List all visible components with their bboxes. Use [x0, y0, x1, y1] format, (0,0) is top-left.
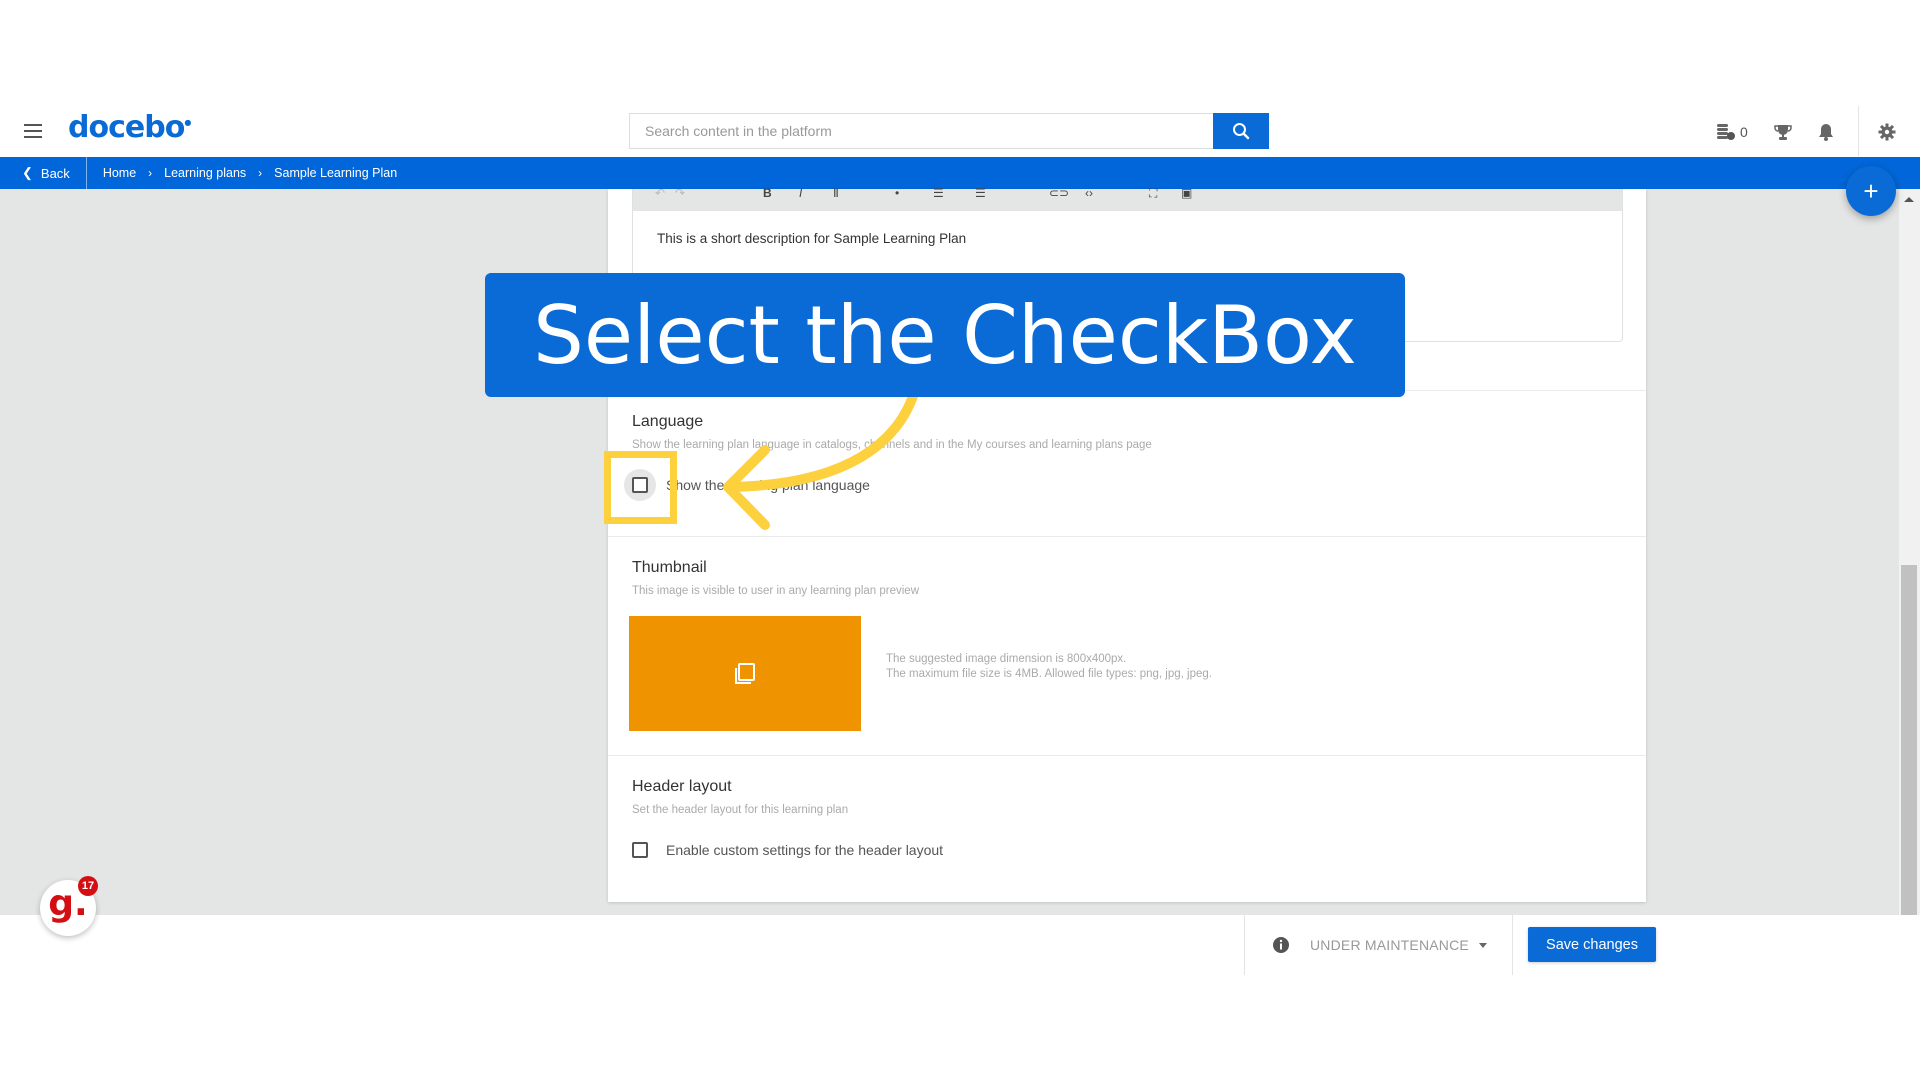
gear-icon	[1878, 123, 1896, 141]
thumbnail-hint-filesize: The maximum file size is 4MB. Allowed fi…	[886, 668, 1212, 680]
thumbnail-hint-dimension: The suggested image dimension is 800x400…	[886, 653, 1127, 665]
undo-icon[interactable]: ↶	[655, 187, 665, 199]
scrollbar-thumb[interactable]	[1901, 565, 1917, 915]
status-label: UNDER MAINTENANCE	[1310, 937, 1469, 953]
back-button[interactable]: ❮ Back	[0, 157, 87, 189]
header-layout-checkbox-row[interactable]: Enable custom settings for the header la…	[632, 842, 943, 858]
plus-icon: +	[1863, 175, 1879, 206]
tutorial-callout: Select the CheckBox	[485, 273, 1405, 397]
add-button[interactable]: +	[1846, 166, 1896, 216]
heading-icon[interactable]: Ⅱ	[833, 187, 839, 199]
breadcrumb-learning-plans[interactable]: Learning plans	[164, 166, 246, 180]
menu-icon[interactable]	[24, 124, 42, 138]
breadcrumb-home[interactable]: Home	[103, 166, 136, 180]
top-blank-area	[0, 0, 1920, 100]
footer-divider	[1512, 915, 1513, 975]
coins-count: 0	[1740, 124, 1748, 140]
language-title: Language	[632, 413, 704, 430]
settings-button[interactable]	[1878, 118, 1896, 146]
search-bar	[629, 113, 1269, 149]
trophy-icon	[1774, 125, 1792, 140]
thumbnail-title: Thumbnail	[632, 559, 707, 576]
bullet-icon[interactable]: •	[895, 187, 899, 199]
search-icon	[1233, 123, 1250, 140]
ordered-list-icon[interactable]: ☰	[933, 187, 944, 199]
breadcrumb: Home › Learning plans › Sample Learning …	[87, 166, 397, 180]
scroll-up-arrow-icon[interactable]	[1904, 197, 1914, 202]
editor-content[interactable]: This is a short description for Sample L…	[633, 211, 1622, 266]
trophy-button[interactable]	[1774, 118, 1792, 146]
save-changes-button[interactable]: Save changes	[1528, 927, 1656, 962]
coins-icon	[1717, 124, 1735, 140]
chevron-left-icon: ❮	[22, 165, 33, 180]
checkbox-highlight	[604, 451, 677, 524]
footer-divider	[1244, 915, 1245, 975]
header-divider	[1858, 106, 1859, 156]
notifications-button[interactable]	[1818, 118, 1834, 146]
header-layout-section: Header layout Set the header layout for …	[608, 755, 1646, 902]
chevron-right-icon: ›	[258, 166, 263, 180]
link-icon[interactable]: ⊂⊃	[1049, 187, 1069, 199]
redo-icon[interactable]: ↷	[675, 187, 685, 199]
bold-icon[interactable]: B	[763, 187, 772, 199]
back-label: Back	[40, 165, 70, 181]
image-icon[interactable]: ▣	[1181, 187, 1192, 199]
logo-text: docebo	[68, 110, 185, 145]
thumbnail-description: This image is visible to user in any lea…	[632, 585, 920, 597]
thumbnail-hint: The suggested image dimension is 800x400…	[886, 652, 1212, 682]
search-input[interactable]	[629, 113, 1213, 149]
header-layout-description: Set the header layout for this learning …	[632, 804, 849, 816]
language-description: Show the learning plan language in catal…	[632, 439, 1152, 451]
header-layout-checkbox[interactable]	[632, 842, 648, 858]
chevron-right-icon: ›	[148, 166, 153, 180]
show-language-label: Show the learning plan language	[666, 477, 870, 493]
search-button[interactable]	[1213, 113, 1269, 149]
language-section: Language Show the learning plan language…	[608, 390, 1646, 536]
header-layout-label: Enable custom settings for the header la…	[666, 842, 944, 858]
header-layout-title: Header layout	[632, 778, 732, 795]
thumbnail-upload[interactable]	[629, 616, 861, 731]
status-dropdown[interactable]: UNDER MAINTENANCE	[1272, 930, 1487, 960]
guide-count-badge: 17	[78, 876, 98, 896]
fullscreen-icon[interactable]: ⛶	[1149, 187, 1157, 199]
code-icon[interactable]: ‹›	[1085, 187, 1093, 199]
vertical-scrollbar[interactable]	[1899, 189, 1920, 915]
unordered-list-icon[interactable]: ☰	[975, 187, 986, 199]
guide-widget[interactable]: g. 17	[40, 876, 98, 936]
thumbnail-section: Thumbnail This image is visible to user …	[608, 536, 1646, 755]
breadcrumb-current: Sample Learning Plan	[274, 166, 398, 180]
callout-text: Select the CheckBox	[533, 288, 1357, 382]
docebo-logo[interactable]: docebo●	[68, 110, 191, 145]
caret-down-icon	[1478, 942, 1487, 948]
breadcrumb-bar: ❮ Back Home › Learning plans › Sample Le…	[0, 157, 1920, 189]
copy-image-icon	[735, 662, 755, 684]
info-icon	[1273, 937, 1289, 953]
coins-indicator[interactable]: 0	[1716, 118, 1748, 146]
italic-icon[interactable]: I	[799, 187, 802, 199]
editor-toolbar: ↶ ↷ B I Ⅱ • ☰ ☰ ⊂⊃ ‹› ⛶ ▣	[633, 187, 1622, 211]
bell-icon	[1819, 124, 1833, 141]
